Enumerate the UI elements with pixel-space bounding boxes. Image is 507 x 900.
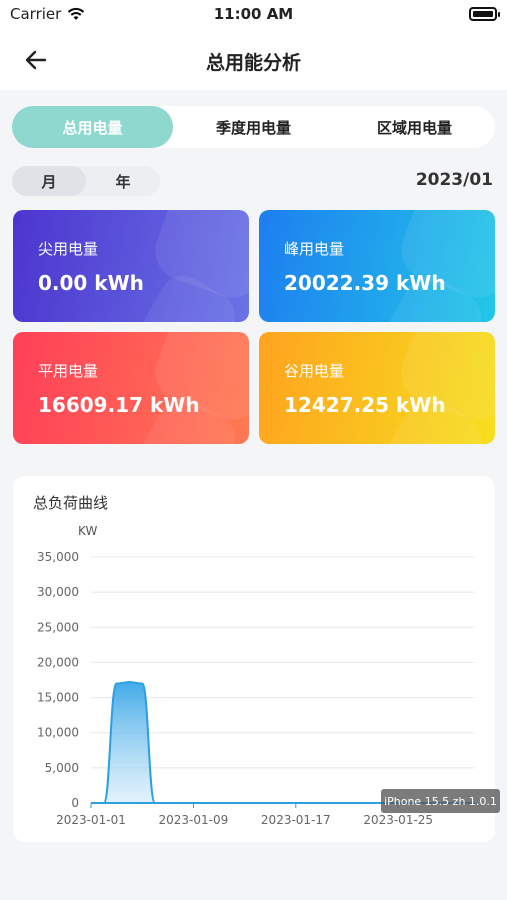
- period-year-option[interactable]: 年: [86, 166, 160, 196]
- card-value: 0.00 kWh: [38, 271, 144, 295]
- battery-icon: [469, 7, 500, 21]
- x-tick-label: 2023-01-09: [159, 813, 229, 827]
- status-time: 11:00 AM: [213, 5, 294, 23]
- card-value: 20022.39 kWh: [284, 271, 446, 295]
- card-flat-consumption: 平用电量 16609.17 kWh: [13, 332, 249, 444]
- version-overlay: iPhone 15.5 zh 1.0.1: [381, 789, 500, 813]
- x-tick-label: 2023-01-25: [363, 813, 433, 827]
- card-label: 谷用电量: [284, 362, 345, 380]
- x-tick-label: 2023-01-01: [56, 813, 126, 827]
- period-month-option[interactable]: 月: [12, 166, 86, 196]
- card-sharp-consumption: 尖用电量 0.00 kWh: [13, 210, 249, 322]
- card-peak-consumption: 峰用电量 20022.39 kWh: [259, 210, 495, 322]
- period-toggle: 月 年: [12, 166, 160, 196]
- card-value: 16609.17 kWh: [38, 393, 200, 417]
- y-tick-label: 5,000: [45, 761, 79, 775]
- card-value: 12427.25 kWh: [284, 393, 446, 417]
- x-tick-label: 2023-01-17: [261, 813, 331, 827]
- tab-bar: 总用电量 季度用电量 区域用电量: [12, 106, 495, 148]
- y-tick-label: 15,000: [37, 691, 79, 705]
- y-axis-unit: KW: [78, 524, 97, 538]
- card-label: 平用电量: [38, 362, 99, 380]
- tab-total-consumption[interactable]: 总用电量: [12, 106, 173, 148]
- card-valley-consumption: 谷用电量 12427.25 kWh: [259, 332, 495, 444]
- card-label: 尖用电量: [38, 240, 99, 258]
- y-tick-label: 35,000: [37, 550, 79, 564]
- page-title: 总用能分析: [205, 52, 301, 74]
- load-curve-chart: 0 5,000 10,000 15,000 20,000 25,000 30,000 35,0…: [37, 524, 475, 827]
- y-tick-label: 10,000: [37, 726, 79, 740]
- nav-bar: 总用能分析: [0, 30, 507, 90]
- y-tick-label: 20,000: [37, 655, 79, 669]
- card-label: 峰用电量: [284, 240, 345, 258]
- tab-regional-consumption[interactable]: 区域用电量: [334, 106, 495, 148]
- status-bar: Carrier 11:00 AM: [0, 0, 507, 30]
- y-tick-label: 0: [71, 796, 79, 810]
- y-tick-label: 25,000: [37, 620, 79, 634]
- tab-quarterly-consumption[interactable]: 季度用电量: [173, 106, 334, 148]
- load-curve-card: 总负荷曲线 0 5,000 10,000 15,000 20,000 25,000 30,0…: [13, 476, 495, 842]
- date-selector[interactable]: 2023/01: [416, 170, 493, 190]
- y-tick-label: 30,000: [37, 585, 79, 599]
